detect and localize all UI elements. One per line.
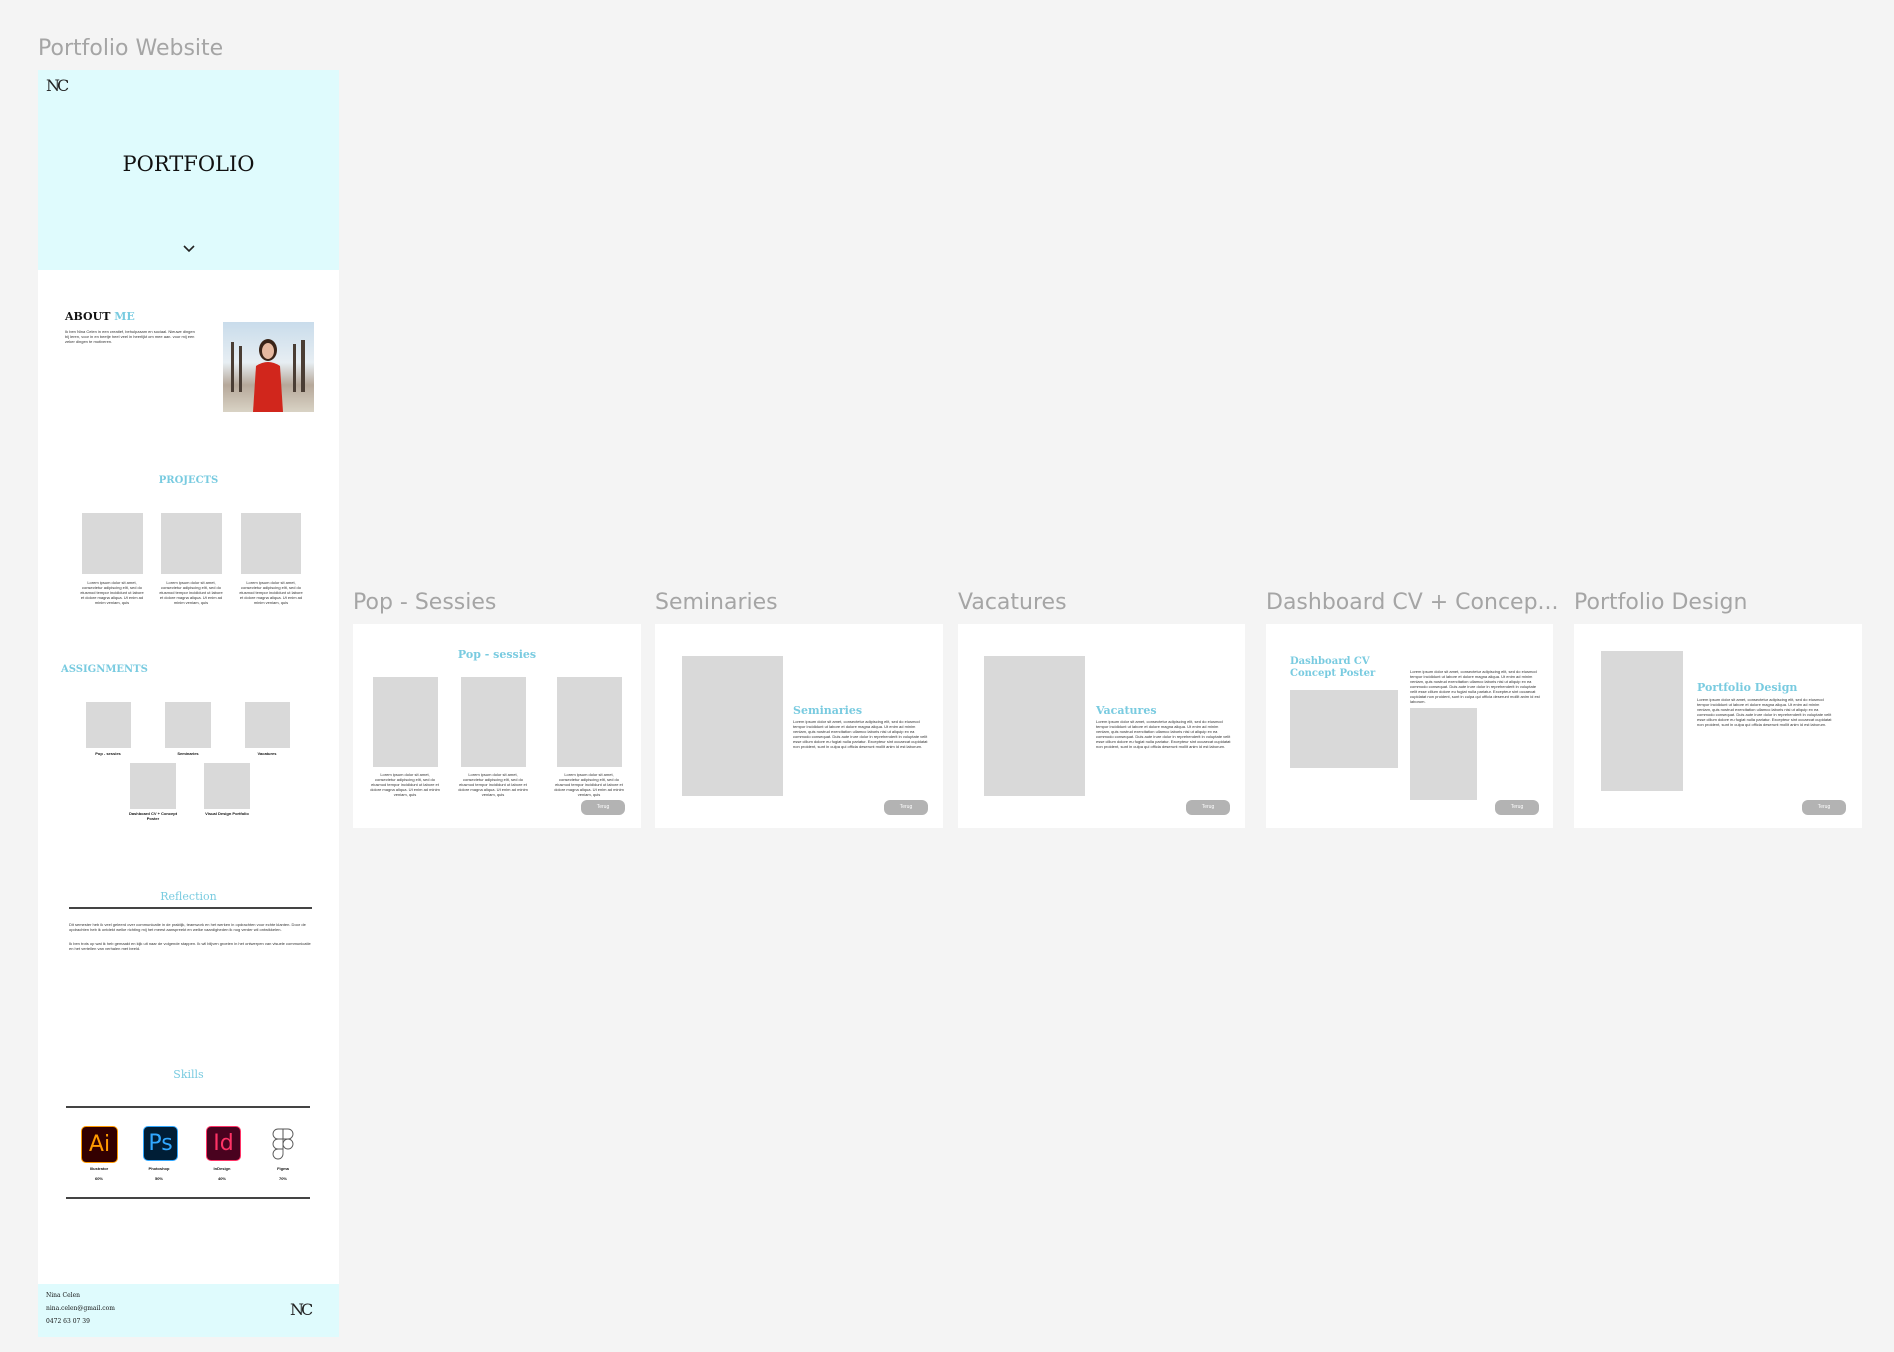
- skill-percent-illustrator: 60%: [94, 1176, 103, 1181]
- vacatures-title: Vacatures: [1096, 704, 1157, 717]
- project-thumb-3[interactable]: [241, 513, 301, 574]
- skills-divider-top: [66, 1106, 310, 1108]
- pop-back-button[interactable]: Terug: [581, 800, 625, 815]
- project-thumb-1[interactable]: [82, 513, 143, 574]
- projects-title: PROJECTS: [158, 475, 219, 486]
- skills-divider-bottom: [66, 1197, 310, 1199]
- project-caption-3: Lorem ipsum dolor sit amet, consectetur …: [239, 580, 303, 605]
- pop-caption-1: Lorem ipsum dolor sit amet, consectetur …: [370, 772, 440, 797]
- project-caption-2: Lorem ipsum dolor sit amet, consectetur …: [159, 580, 223, 605]
- footer-name: Nina Celen: [46, 1292, 80, 1299]
- assignment-thumb-visual-design[interactable]: [204, 763, 250, 809]
- vacatures-back-button[interactable]: Terug: [1186, 800, 1230, 815]
- project-thumb-2[interactable]: [161, 513, 222, 574]
- reflection-paragraph-1: Dit semester heb ik veel geleerd over co…: [69, 922, 306, 932]
- about-title: ABOUT ME: [65, 310, 135, 323]
- seminaries-title: Seminaries: [793, 704, 863, 717]
- frame-title-portfolio-design[interactable]: Portfolio Design: [1574, 590, 1747, 615]
- dashboard-image: [1290, 690, 1398, 768]
- assignment-thumb-pop-sessies[interactable]: [86, 702, 131, 748]
- footer-email[interactable]: nina.celen@gmail.com: [46, 1305, 115, 1312]
- portfolio-design-title: Portfolio Design: [1697, 681, 1798, 694]
- skill-name-illustrator: Illustrator: [89, 1166, 109, 1171]
- footer-phone[interactable]: 0472 63 07 39: [46, 1318, 90, 1325]
- seminaries-image: [682, 656, 783, 796]
- assignments-title: ASSIGNMENTS: [61, 664, 148, 675]
- dashboard-text: Lorem ipsum dolor sit amet, consectetur …: [1410, 669, 1540, 704]
- assignment-thumb-vacatures[interactable]: [245, 702, 290, 748]
- about-text: Ik ben Nina Celen in een creatief, behul…: [65, 329, 195, 344]
- pop-thumb-1[interactable]: [373, 677, 438, 767]
- skill-name-photoshop: Photoshop: [148, 1166, 170, 1171]
- indesign-icon: Id: [206, 1126, 241, 1161]
- footer-nc-logo[interactable]: NC: [290, 1300, 313, 1319]
- seminaries-back-button[interactable]: Terug: [884, 800, 928, 815]
- skill-percent-figma: 70%: [278, 1176, 287, 1181]
- assignment-thumb-dashboard[interactable]: [130, 763, 176, 809]
- footer: Nina Celen nina.celen@gmail.com 0472 63 …: [38, 1284, 339, 1337]
- dashboard-frame[interactable]: Dashboard CV Concept Poster Lorem ipsum …: [1266, 624, 1553, 828]
- frame-title-vacatures[interactable]: Vacatures: [958, 590, 1067, 615]
- photoshop-icon: Ps: [143, 1126, 178, 1161]
- pop-sessies-title: Pop - sessies: [457, 648, 537, 661]
- pop-caption-3: Lorem ipsum dolor sit amet, consectetur …: [554, 772, 624, 797]
- assignment-label-vacatures: Vacatures: [257, 751, 277, 756]
- portfolio-design-back-button[interactable]: Terug: [1802, 800, 1846, 815]
- skill-name-indesign: InDesign: [213, 1166, 231, 1171]
- pop-caption-2: Lorem ipsum dolor sit amet, consectetur …: [458, 772, 528, 797]
- dashboard-title-line-2: Concept Poster: [1290, 668, 1376, 679]
- skills-title: Skills: [173, 1068, 204, 1081]
- assignment-label-pop-sessies: Pop - sessies: [95, 751, 121, 756]
- profile-photo: [223, 322, 314, 412]
- about-title-b: ME: [114, 310, 135, 323]
- reflection-title: Reflection: [160, 890, 217, 903]
- frame-title-pop-sessies[interactable]: Pop - Sessies: [353, 590, 496, 615]
- illustrator-icon: Ai: [81, 1126, 118, 1163]
- pop-sessies-frame[interactable]: Pop - sessies Lorem ipsum dolor sit amet…: [353, 624, 641, 828]
- dashboard-back-button[interactable]: Terug: [1495, 800, 1539, 815]
- about-title-a: ABOUT: [65, 310, 111, 323]
- skill-name-figma: Figma: [277, 1166, 289, 1171]
- frame-title-dashboard[interactable]: Dashboard CV + Concep...: [1266, 590, 1559, 615]
- portfolio-website-frame[interactable]: NC PORTFOLIO ABOUT ME Ik ben Nina Celen …: [38, 70, 339, 1337]
- hero-section: NC PORTFOLIO: [38, 70, 339, 270]
- pop-thumb-3[interactable]: [557, 677, 622, 767]
- reflection-paragraph-2: Ik ben trots op wat ik heb gemaakt en ki…: [69, 941, 311, 951]
- frame-title-portfolio-website[interactable]: Portfolio Website: [38, 36, 223, 61]
- figma-icon: [272, 1128, 294, 1160]
- project-caption-1: Lorem ipsum dolor sit amet, consectetur …: [80, 580, 144, 605]
- portfolio-design-text: Lorem ipsum dolor sit amet, consectetur …: [1697, 697, 1832, 727]
- skill-percent-indesign: 40%: [217, 1176, 226, 1181]
- skill-percent-photoshop: 50%: [154, 1176, 163, 1181]
- dashboard-title-line-1: Dashboard CV: [1290, 656, 1370, 667]
- vacatures-image: [984, 656, 1085, 796]
- nc-logo[interactable]: NC: [46, 76, 69, 95]
- hero-title: PORTFOLIO: [122, 152, 255, 176]
- vacatures-text: Lorem ipsum dolor sit amet, consectetur …: [1096, 719, 1231, 749]
- dashboard-title: Dashboard CV Concept Poster: [1290, 656, 1375, 680]
- assignment-label-visual-design: Visual Design Portfolio: [205, 811, 249, 816]
- assignment-label-dashboard: Dashboard CV + Concept Poster: [128, 811, 178, 821]
- seminaries-frame[interactable]: Seminaries Lorem ipsum dolor sit amet, c…: [655, 624, 943, 828]
- reflection-divider: [69, 907, 312, 909]
- poster-image: [1410, 708, 1477, 800]
- chevron-down-icon[interactable]: [182, 242, 196, 256]
- assignment-thumb-seminaries[interactable]: [165, 702, 211, 748]
- pop-thumb-2[interactable]: [461, 677, 526, 767]
- frame-title-seminaries[interactable]: Seminaries: [655, 590, 778, 615]
- portfolio-design-image: [1601, 651, 1683, 791]
- vacatures-frame[interactable]: Vacatures Lorem ipsum dolor sit amet, co…: [958, 624, 1245, 828]
- portfolio-design-frame[interactable]: Portfolio Design Lorem ipsum dolor sit a…: [1574, 624, 1862, 828]
- assignment-label-seminaries: Seminaries: [177, 751, 199, 756]
- seminaries-text: Lorem ipsum dolor sit amet, consectetur …: [793, 719, 928, 749]
